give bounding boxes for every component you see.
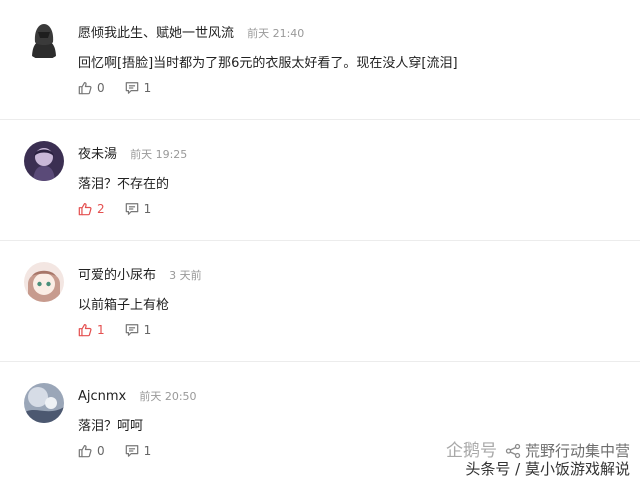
avatar[interactable] [24,141,64,181]
comment-text: 以前箱子上有枪 [78,298,170,313]
comment-time: 前天 19:25 [130,148,188,161]
watermark-brand: 企鹅号 [445,441,497,461]
like-count: 0 [97,444,105,458]
comment-bubble-icon [125,324,138,336]
watermark-line1: 企鹅号 荒野行动集中营 [446,442,630,460]
watermark-channel: 荒野行动集中营 [524,442,630,460]
avatar[interactable] [24,20,64,60]
comment-text: 回忆啊[捂脸]当时都为了那6元的衣服太好看了。现在没人穿[流泪] [78,56,458,71]
like-button[interactable]: 0 [78,81,105,95]
comment-item: 愿倾我此生、赋她一世风流 前天 21:40 回忆啊[捂脸]当时都为了那6元的衣服… [0,0,640,120]
comment-meta: 可爱的小尿布 3 天前 [78,264,202,283]
thumbs-up-icon [78,323,92,337]
comment-item: 夜未湯 前天 19:25 落泪？不存在的 2 1 [0,121,640,241]
reply-button[interactable]: 1 [125,323,152,337]
reply-button[interactable]: 1 [125,202,152,216]
comment-bubble-icon [125,203,138,215]
reply-button[interactable]: 1 [125,444,152,458]
username[interactable]: Ajcnmx [78,389,126,404]
comment-actions: 2 1 [78,202,171,216]
thumbs-up-icon [78,202,92,216]
comment-text: 落泪？呵呵 [78,419,144,434]
comment-meta: 愿倾我此生、赋她一世风流 前天 21:40 [78,22,304,41]
reply-count: 1 [143,444,152,458]
comment-time: 3 天前 [169,269,202,282]
comment-actions: 1 1 [78,323,171,337]
comment-meta: 夜未湯 前天 19:25 [78,143,187,162]
comment-item: 可爱的小尿布 3 天前 以前箱子上有枪 1 1 [0,242,640,362]
comment-meta: Ajcnmx 前天 20:50 [78,385,197,404]
reply-button[interactable]: 1 [125,81,152,95]
avatar[interactable] [24,383,64,423]
username[interactable]: 愿倾我此生、赋她一世风流 [78,26,234,41]
comment-bubble-icon [125,82,138,94]
watermark: 企鹅号 荒野行动集中营 头条号 / 莫小饭游戏解说 [446,442,630,478]
like-count: 0 [97,81,105,95]
comment-bubble-icon [125,445,138,457]
share-nodes-icon [505,443,521,459]
thumbs-up-icon [78,81,92,95]
reply-count: 1 [143,202,152,216]
like-button[interactable]: 0 [78,444,105,458]
username[interactable]: 夜未湯 [78,147,117,162]
comment-time: 前天 20:50 [139,390,197,403]
thumbs-up-icon [78,444,92,458]
reply-count: 1 [143,81,152,95]
avatar[interactable] [24,262,64,302]
comment-time: 前天 21:40 [247,27,305,40]
reply-count: 1 [143,323,152,337]
like-count: 2 [97,202,105,216]
comment-actions: 0 1 [78,81,171,95]
like-button[interactable]: 2 [78,202,105,216]
username[interactable]: 可爱的小尿布 [78,268,156,283]
watermark-line2: 头条号 / 莫小饭游戏解说 [465,460,630,478]
like-count: 1 [97,323,105,337]
comment-text: 落泪？不存在的 [78,177,170,192]
like-button[interactable]: 1 [78,323,105,337]
comment-actions: 0 1 [78,444,171,458]
